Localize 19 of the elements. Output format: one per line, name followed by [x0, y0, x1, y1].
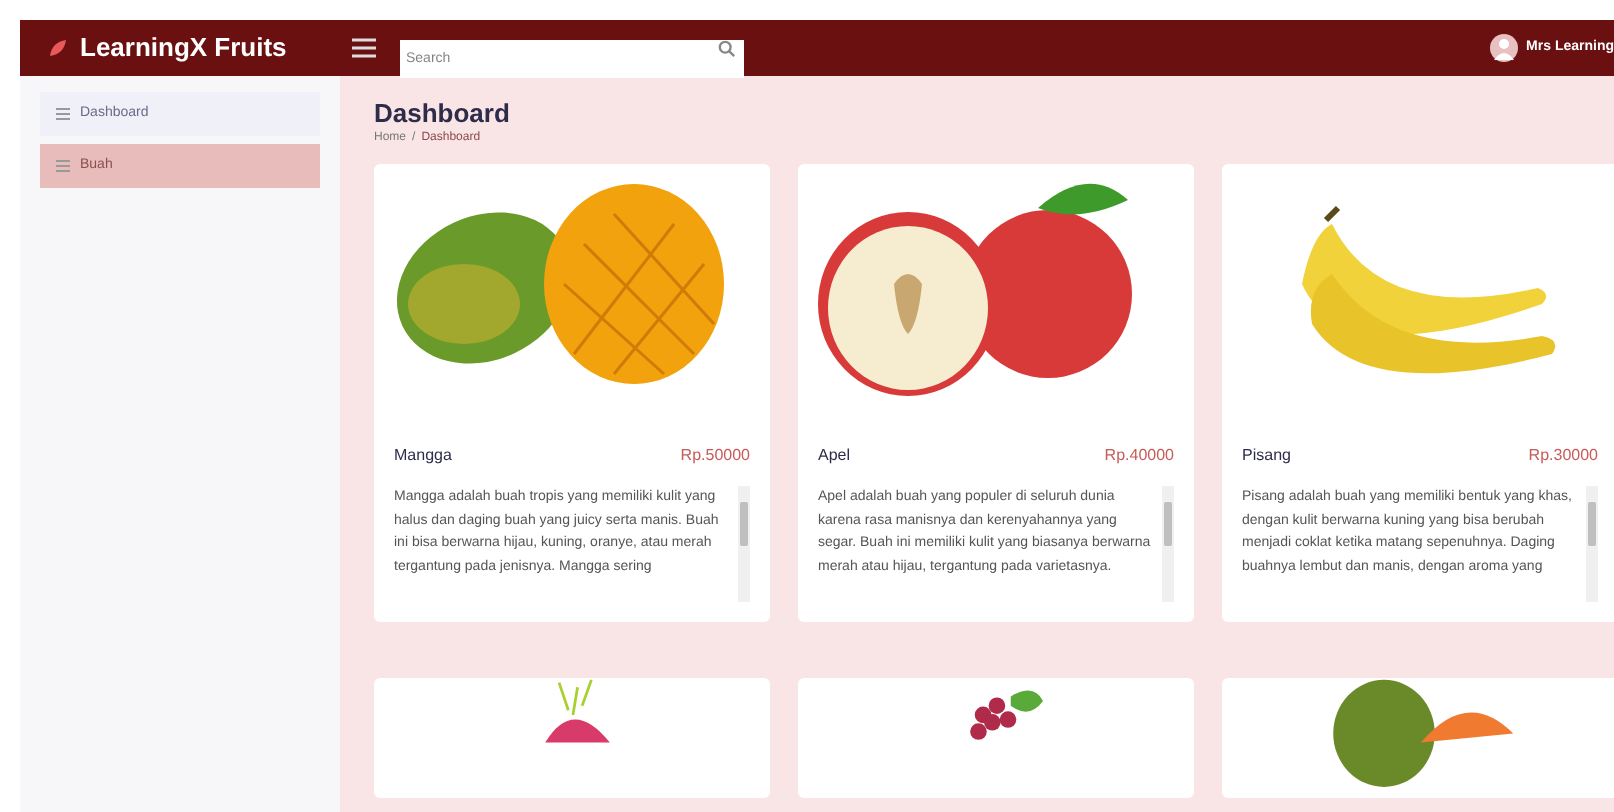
fruit-price: Rp.40000 — [1104, 444, 1174, 468]
menu-icon[interactable] — [352, 38, 376, 58]
leaf-icon — [48, 38, 68, 58]
search-icon — [718, 39, 736, 57]
fruit-name: Pisang — [1242, 444, 1291, 468]
scrollbar[interactable] — [1162, 486, 1174, 602]
grape-photo — [970, 690, 1044, 740]
scrollbar[interactable] — [738, 486, 750, 602]
fruit-name: Apel — [818, 444, 851, 468]
fruit-price: Rp.30000 — [1528, 444, 1598, 468]
list-icon — [56, 108, 70, 120]
page-title: Dashboard — [374, 100, 512, 126]
fruit-price: Rp.50000 — [680, 444, 750, 468]
dragonfruit-photo — [545, 678, 610, 743]
avatar-icon[interactable] — [1490, 34, 1519, 62]
scrollbar[interactable] — [1586, 486, 1598, 602]
fruit-name: Mangga — [394, 444, 452, 468]
brand-name: LearningX Fruits — [80, 30, 289, 67]
list-icon — [56, 160, 70, 172]
